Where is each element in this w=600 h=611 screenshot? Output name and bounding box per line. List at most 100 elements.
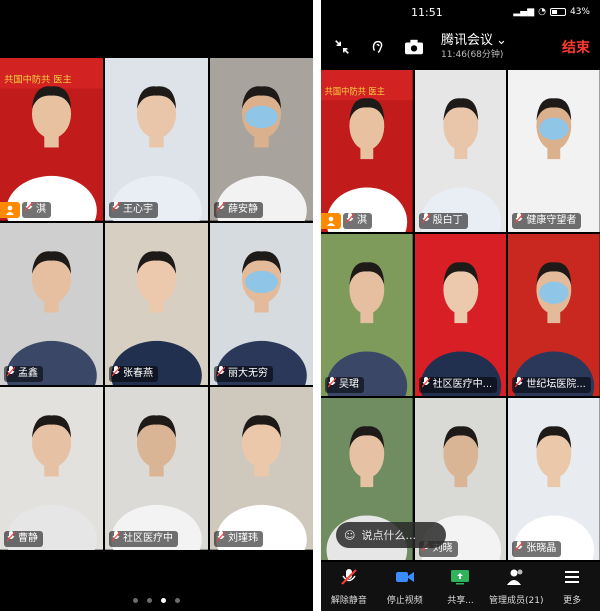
mic-muted-icon: [345, 213, 355, 229]
toolbar-button-members[interactable]: 管理成员(21): [488, 562, 544, 611]
mic-muted-icon: [216, 366, 226, 382]
meeting-title: 腾讯会议: [441, 33, 494, 48]
participant-name: 社区医疗中...: [432, 379, 493, 390]
participant-tile[interactable]: 吴珺: [321, 234, 413, 396]
page-indicator[interactable]: [0, 598, 313, 603]
participant-tile[interactable]: 曹静: [0, 387, 103, 550]
participant-tile[interactable]: 王心宇: [105, 58, 208, 221]
wifi-icon: ◔: [538, 7, 546, 17]
participant-name: 张晓晶: [526, 543, 557, 554]
left-phone-screen: 共国中防共 医主淇王心宇 薛安静孟鑫 张春燕 丽大无穷曹静 社区医疗中 刘瑾玮: [0, 0, 313, 611]
participant-tile[interactable]: 共国中防共 医主淇: [0, 58, 103, 221]
participant-tile[interactable]: 张晓晶: [508, 398, 600, 560]
minimize-icon[interactable]: [331, 36, 353, 58]
participant-tile[interactable]: 世纪坛医院...: [508, 234, 600, 396]
participant-tile[interactable]: 殷白丁: [414, 70, 507, 232]
video-icon: [395, 567, 415, 590]
mic-muted-icon: [6, 366, 16, 382]
meeting-toolbar: 解除静音 停止视频 共享... 管理成员(21) 更多: [321, 562, 600, 611]
participant-grid-right: 共国中防共 医主淇殷白丁 健康守望者 吴珺 社区医疗中... 世纪坛医院... 刘晓 张晓晶: [321, 70, 600, 560]
page-dot[interactable]: [175, 598, 180, 603]
participant-tile[interactable]: 健康守望者: [508, 70, 600, 232]
participant-tile[interactable]: 共国中防共 医主淇: [321, 70, 413, 232]
mic-muted-icon: [111, 201, 121, 218]
status-bar: 11:51 ▂▄▆ ◔ 43%: [321, 0, 600, 24]
participant-tile[interactable]: 张春燕: [105, 222, 208, 386]
participant-name-tag: 社区医疗中: [109, 531, 178, 547]
mic-muted-icon: [111, 366, 121, 382]
participant-name-tag: 孟鑫: [4, 366, 43, 383]
more-icon: [562, 567, 582, 590]
right-phone-screen: 11:51 ▂▄▆ ◔ 43% 腾讯会议 ⌄ 11:46(68分钟) 结束 共国中…: [321, 0, 600, 611]
participant-tile[interactable]: 社区医疗中...: [414, 234, 507, 396]
toolbar-button-video[interactable]: 停止视频: [377, 562, 433, 611]
toolbar-label: 解除静音: [330, 596, 367, 606]
mic-muted-icon: [421, 377, 431, 393]
host-icon: [0, 201, 20, 218]
participant-name-tag: 殷白丁: [418, 213, 468, 229]
toolbar-label: 共享...: [447, 596, 474, 606]
participant-name-tag: 世纪坛医院...: [512, 377, 591, 393]
meeting-title-area[interactable]: 腾讯会议 ⌄ 11:46(68分钟): [441, 33, 507, 61]
toolbar-button-mic-muted[interactable]: 解除静音: [321, 562, 377, 611]
participant-name: 殷白丁: [432, 215, 463, 226]
mic-muted-icon: [514, 377, 524, 393]
battery-icon: [549, 8, 566, 16]
toolbar-label: 管理成员(21): [489, 596, 544, 606]
switch-camera-icon[interactable]: [403, 36, 425, 58]
participant-name-tag: 淇: [22, 201, 51, 218]
participant-name: 健康守望者: [526, 215, 577, 226]
toolbar-label: 停止视频: [386, 596, 423, 606]
participant-name: 孟鑫: [18, 368, 38, 380]
status-time: 11:51: [411, 5, 443, 19]
chevron-down-icon: ⌄: [496, 33, 507, 48]
participant-name: 王心宇: [123, 203, 153, 215]
share-screen-icon: [450, 567, 470, 590]
page-dot[interactable]: [161, 598, 166, 603]
participant-tile[interactable]: 社区医疗中: [105, 387, 208, 550]
participant-name-tag: 刘瑾玮: [214, 531, 263, 547]
mic-muted-icon: [24, 201, 34, 218]
participant-tile[interactable]: 丽大无穷: [210, 222, 313, 386]
participant-name-tag: 曹静: [4, 531, 43, 547]
emoji-icon[interactable]: ☺: [344, 529, 355, 542]
participant-name-tag: 淇: [343, 213, 372, 229]
toolbar-button-more[interactable]: 更多: [544, 562, 600, 611]
participant-name: 薛安静: [228, 203, 258, 215]
participant-name-tag: 王心宇: [109, 201, 158, 218]
battery-percent: 43%: [569, 7, 590, 17]
participant-tile[interactable]: 孟鑫: [0, 222, 103, 386]
page-dot[interactable]: [133, 598, 138, 603]
end-meeting-button[interactable]: 结束: [562, 37, 590, 57]
page-dot[interactable]: [147, 598, 152, 603]
participant-name: 刘瑾玮: [228, 533, 258, 544]
participant-tile[interactable]: 刘瑾玮: [210, 387, 313, 550]
mic-muted-icon: [216, 531, 226, 547]
participant-grid-left: 共国中防共 医主淇王心宇 薛安静孟鑫 张春燕 丽大无穷曹静 社区医疗中 刘瑾玮: [0, 58, 313, 550]
mic-muted-icon: [327, 377, 337, 393]
participant-name-tag: 薛安静: [214, 201, 263, 218]
mic-muted-icon: [111, 531, 121, 547]
mic-muted-icon: [421, 213, 431, 229]
participant-name-tag: 健康守望者: [512, 213, 582, 229]
participant-name: 世纪坛医院...: [526, 379, 586, 390]
participant-tile[interactable]: 薛安静: [210, 58, 313, 221]
chat-input[interactable]: ☺ 说点什么...: [336, 522, 446, 548]
participant-name: 吴珺: [339, 379, 359, 390]
participant-name: 丽大无穷: [228, 368, 268, 380]
meeting-duration: 11:46(68分钟): [441, 50, 504, 60]
toolbar-button-share-screen[interactable]: 共享...: [433, 562, 489, 611]
mic-muted-icon: [216, 201, 226, 218]
mic-muted-icon: [6, 531, 16, 547]
toolbar-label: 更多: [563, 596, 582, 606]
mic-muted-icon: [514, 213, 524, 229]
participant-name-tag: 张晓晶: [512, 541, 562, 557]
participant-name: 张春燕: [123, 368, 153, 380]
speaker-icon[interactable]: [367, 36, 389, 58]
participant-name-tag: 丽大无穷: [214, 366, 273, 383]
participant-name-tag: 吴珺: [325, 377, 364, 393]
members-icon: [506, 567, 526, 590]
mic-muted-icon: [514, 541, 524, 557]
participant-name-tag: 张春燕: [109, 366, 158, 383]
participant-name: 淇: [357, 215, 367, 226]
